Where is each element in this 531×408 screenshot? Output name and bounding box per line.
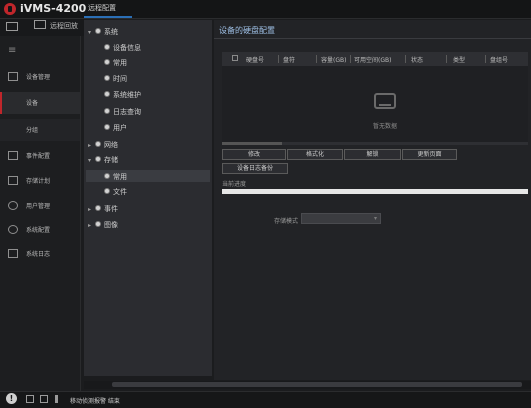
sidebar-item-label: 存储计划	[26, 178, 51, 185]
tree-node-log-search[interactable]: 日志查询	[104, 107, 141, 117]
divider	[214, 38, 531, 39]
tree-node-time[interactable]: 时间	[104, 74, 127, 84]
sidebar-item-system-config[interactable]: 系统配置	[0, 219, 80, 241]
sidebar-item-label: 设备	[26, 100, 39, 107]
gear-icon	[104, 188, 110, 194]
sidebar-item-label: 分组	[26, 127, 39, 134]
active-tab-indicator	[84, 16, 132, 18]
gear-icon	[95, 141, 101, 147]
tab-remote-config[interactable]: 远程配置	[88, 3, 116, 13]
sidebar-item-label: 事件配置	[26, 153, 51, 160]
column-header[interactable]: 容量(GB)	[321, 55, 346, 64]
gear-icon	[104, 91, 110, 97]
user-management-icon	[8, 201, 18, 210]
sidebar-item-user-management[interactable]: 用户管理	[0, 195, 80, 217]
column-separator	[278, 55, 279, 63]
sidebar-item-event-config[interactable]: 事件配置	[0, 145, 80, 167]
gear-icon	[95, 156, 101, 162]
app-logo-icon	[4, 3, 16, 15]
modify-button[interactable]: 修改	[222, 149, 286, 160]
select-all-checkbox[interactable]	[232, 55, 238, 61]
speaker-icon[interactable]	[55, 395, 63, 403]
gear-icon	[95, 28, 101, 34]
tree-node-event[interactable]: ▸ 事件	[88, 204, 118, 214]
column-header[interactable]: 状态	[411, 55, 423, 64]
expand-arrow-icon[interactable]: ▾	[88, 29, 95, 36]
trash-icon[interactable]	[26, 395, 34, 403]
sidebar-item-device[interactable]: 设备	[0, 92, 80, 114]
expand-arrow-icon[interactable]: ▸	[88, 142, 95, 149]
layout-icon[interactable]	[6, 22, 18, 31]
scrollbar-thumb[interactable]	[222, 142, 282, 145]
sidebar-item-label: 设备管理	[26, 74, 51, 81]
column-header[interactable]: 类型	[453, 55, 465, 64]
tree-node-image[interactable]: ▸ 图像	[88, 220, 118, 230]
tree-node-network[interactable]: ▸ 网络	[88, 140, 118, 150]
event-config-icon	[8, 151, 18, 160]
column-header[interactable]: 盘符	[283, 55, 295, 64]
column-separator	[405, 55, 406, 63]
gear-icon	[95, 221, 101, 227]
storage-mode-select[interactable]: ▾	[301, 213, 381, 224]
sidebar-item-system-log[interactable]: 系统日志	[0, 243, 80, 265]
menu-icon[interactable]: ≡	[8, 45, 16, 56]
sidebar-item-storage-plan[interactable]: 存储计划	[0, 170, 80, 192]
page-title: 设备的硬盘配置	[219, 26, 275, 35]
window-icon[interactable]	[40, 395, 48, 403]
playback-tab-icon[interactable]	[34, 20, 46, 29]
alarm-icon[interactable]: !	[6, 393, 17, 404]
gear-icon	[104, 124, 110, 130]
tree-node-file[interactable]: 文件	[104, 187, 127, 197]
storage-plan-icon	[8, 176, 18, 185]
chevron-down-icon: ▾	[373, 215, 377, 222]
system-config-icon	[8, 225, 18, 234]
gear-icon	[104, 44, 110, 50]
backup-log-button[interactable]: 设备日志备份	[222, 163, 288, 174]
tree-node-storage-general[interactable]: 常用	[86, 170, 210, 182]
scrollbar-thumb[interactable]	[112, 382, 522, 387]
system-log-icon	[8, 249, 18, 258]
status-message: 移动侦测报警 结束	[70, 398, 120, 405]
expand-arrow-icon[interactable]: ▸	[88, 206, 95, 213]
unlock-button[interactable]: 解锁	[344, 149, 401, 160]
column-header[interactable]: 硬盘号	[246, 55, 264, 64]
column-separator	[316, 55, 317, 63]
sidebar-item-label: 系统配置	[26, 227, 51, 234]
tree-node-user[interactable]: 用户	[104, 123, 127, 133]
tree-node-maintenance[interactable]: 系统维护	[104, 90, 141, 100]
storage-mode-label: 存储模式	[274, 218, 299, 225]
gear-icon	[104, 59, 110, 65]
gear-icon	[104, 108, 110, 114]
gear-icon	[104, 75, 110, 81]
column-separator	[485, 55, 486, 63]
empty-state-text: 暂无数据	[373, 123, 398, 130]
column-separator	[446, 55, 447, 63]
refresh-button[interactable]: 更新页面	[402, 149, 457, 160]
progress-bar	[222, 189, 528, 194]
tree-node-general[interactable]: 常用	[104, 58, 127, 68]
expand-arrow-icon[interactable]: ▾	[88, 157, 95, 164]
sidebar-item-label: 系统日志	[26, 251, 51, 258]
device-management-icon	[8, 72, 18, 81]
app-title: iVMS-4200	[20, 2, 87, 15]
progress-label: 当前进度	[222, 181, 247, 188]
sidebar-item-group[interactable]: 分组	[0, 119, 80, 141]
hard-disk-icon	[374, 93, 396, 109]
column-header[interactable]: 可用空间(GB)	[354, 55, 391, 64]
format-button[interactable]: 格式化	[287, 149, 343, 160]
tree-node-system[interactable]: ▾ 系统	[88, 27, 118, 37]
column-separator	[350, 55, 351, 63]
tree-node-storage[interactable]: ▾ 存储	[88, 155, 118, 165]
gear-icon	[104, 173, 110, 179]
gear-icon	[95, 205, 101, 211]
expand-arrow-icon[interactable]: ▸	[88, 222, 95, 229]
tree-node-device-info[interactable]: 设备信息	[104, 43, 141, 53]
tab-remote-playback[interactable]: 远程回放	[50, 21, 78, 31]
sidebar-item-label: 用户管理	[26, 203, 51, 210]
column-header[interactable]: 盘组号	[490, 55, 508, 64]
sidebar-item-device-management[interactable]: 设备管理	[0, 66, 80, 88]
